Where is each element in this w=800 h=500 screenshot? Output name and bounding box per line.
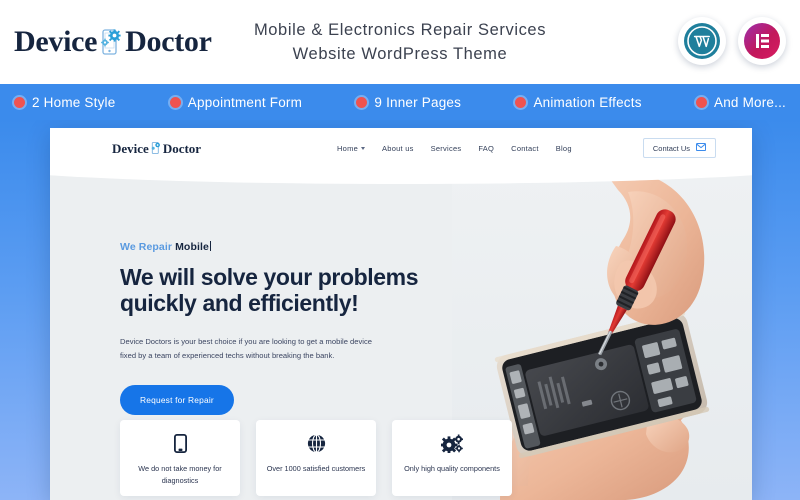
- feature-label: 9 Inner Pages: [374, 94, 462, 110]
- feature-item-inner-pages: 9 Inner Pages: [356, 95, 461, 110]
- hero-eyebrow: We Repair Mobile: [120, 241, 420, 253]
- bullet-dot-icon: [169, 96, 181, 108]
- feature-card[interactable]: Only high quality components: [392, 420, 512, 496]
- nav-item-blog[interactable]: Blog: [556, 144, 572, 153]
- nav-item-label: About us: [382, 143, 414, 153]
- bullet-dot-icon: [696, 96, 707, 108]
- bullet-dot-icon: [515, 96, 527, 108]
- feature-card[interactable]: Over 1000 satisfied customers: [256, 420, 376, 496]
- wordpress-badge[interactable]: [678, 17, 726, 65]
- nav-item-faq[interactable]: FAQ: [478, 144, 494, 153]
- feature-label: 2 Home Style: [32, 94, 116, 110]
- nav-item-home[interactable]: Home: [337, 143, 366, 153]
- feature-item-animation-effects: Animation Effects: [515, 95, 641, 110]
- bullet-dot-icon: [14, 96, 25, 108]
- preview-stage: Device Doctor Home About us Services FAQ…: [0, 120, 800, 500]
- feature-card[interactable]: We do not take money for diagnostics: [120, 420, 240, 496]
- feature-label: Animation Effects: [533, 94, 642, 110]
- nav-item-label: Blog: [555, 143, 572, 153]
- site-logo-left: Device: [112, 140, 149, 156]
- nav-item-label: Services: [430, 143, 462, 153]
- site-logo-right: Doctor: [162, 140, 202, 156]
- hero-section: We Repair Mobile We will solve your prob…: [50, 168, 752, 500]
- hero-title: We will solve your problems quickly and …: [120, 264, 420, 316]
- contact-us-button[interactable]: Contact Us: [642, 138, 716, 158]
- bullet-dot-icon: [356, 96, 368, 108]
- feature-card-text: Over 1000 satisfied customers: [266, 464, 366, 473]
- elementor-icon: [744, 23, 780, 59]
- feature-item-home-style: 2 Home Style: [14, 95, 115, 110]
- phone-gears-icon: [150, 141, 162, 155]
- nav-item-services[interactable]: Services: [431, 144, 462, 153]
- globe-icon: [307, 433, 326, 453]
- feature-item-and-more: And More...: [696, 95, 786, 110]
- mobile-phone-icon: [173, 433, 187, 453]
- site-logo[interactable]: Device Doctor: [112, 141, 201, 155]
- feature-card-text: Only high quality components: [404, 464, 500, 473]
- feature-item-appointment-form: Appointment Form: [169, 94, 303, 110]
- gears-icon: [441, 433, 463, 453]
- typing-cursor-icon: [209, 241, 211, 251]
- hero-eyebrow-static: We Repair: [120, 241, 176, 253]
- hero-title-line-1: We will solve your problems: [120, 264, 419, 290]
- wordpress-icon: [684, 23, 720, 59]
- nav-item-label: Contact: [511, 143, 539, 153]
- hero-copy: We Repair Mobile We will solve your prob…: [120, 241, 420, 415]
- website-preview: Device Doctor Home About us Services FAQ…: [50, 128, 752, 500]
- feature-bar: 2 Home Style Appointment Form 9 Inner Pa…: [0, 84, 800, 120]
- nav-item-label: FAQ: [478, 143, 495, 153]
- feature-cards: We do not take money for diagnostics Ove…: [120, 420, 512, 496]
- hero-eyebrow-typed: Mobile: [175, 241, 209, 253]
- nav-item-contact[interactable]: Contact: [511, 144, 539, 153]
- hero-title-line-2: quickly and efficiently!: [120, 290, 359, 316]
- site-navbar: Device Doctor Home About us Services FAQ…: [50, 128, 752, 168]
- feature-label: Appointment Form: [187, 94, 303, 110]
- feature-label: And More...: [714, 94, 786, 110]
- contact-us-label: Contact Us: [652, 143, 690, 153]
- page-header: Device Doctor Mobile & Electronics Repai…: [0, 0, 800, 84]
- platform-badges: [678, 17, 786, 65]
- elementor-badge[interactable]: [738, 17, 786, 65]
- nav-item-about-us[interactable]: About us: [382, 144, 414, 153]
- nav-item-label: Home: [337, 143, 359, 153]
- request-for-repair-button[interactable]: Request for Repair: [120, 385, 234, 415]
- hero-description: Device Doctors is your best choice if yo…: [120, 337, 372, 360]
- envelope-icon: [696, 143, 706, 153]
- feature-card-text: We do not take money for diagnostics: [138, 464, 222, 485]
- chevron-down-icon: [361, 146, 366, 150]
- site-menu: Home About us Services FAQ Contact Blog: [337, 144, 572, 153]
